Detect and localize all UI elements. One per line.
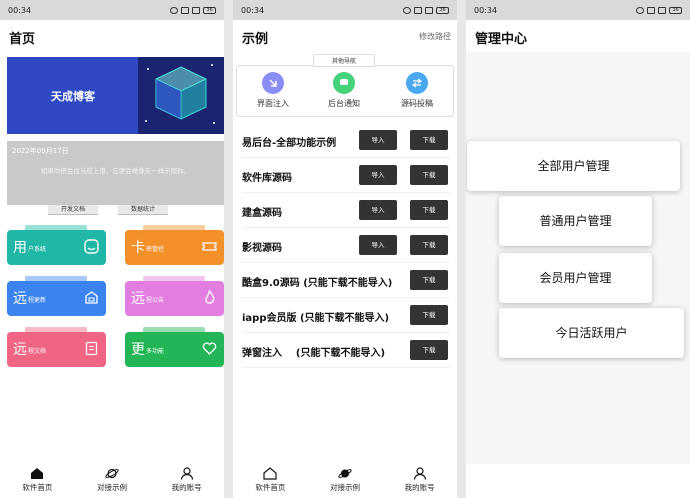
nav-home[interactable]: 软件首页 [233, 464, 308, 498]
alarm-icon [636, 6, 644, 14]
modify-path-link[interactable]: 修改路径 [419, 31, 451, 42]
category-backend-notify[interactable]: 后台通知 [314, 72, 374, 109]
battery-icon: 36 [436, 6, 449, 14]
home-screen: 00:34 36 首页 天成博客 2022年09月17日 如果你把会找当成上港，… [0, 0, 224, 498]
status-bar: 00:34 36 [466, 0, 690, 20]
import-button[interactable]: 导入 [359, 165, 397, 185]
remote-update-card[interactable]: 远 程更新 [7, 276, 106, 316]
planet-icon [105, 468, 119, 479]
status-bar: 00:34 36 [0, 0, 224, 20]
user-icon [180, 467, 193, 480]
user-system-card[interactable]: 用 户系统 [7, 225, 106, 265]
nav-home[interactable]: 软件首页 [0, 464, 75, 498]
list-item: 影视源码 导入 下载 [242, 228, 450, 263]
signal-icon [647, 6, 655, 14]
download-button[interactable]: 下载 [410, 165, 448, 185]
all-users-button[interactable]: 全部用户管理 [467, 141, 680, 191]
import-button[interactable]: 导入 [359, 130, 397, 150]
battery-icon: 36 [669, 6, 682, 14]
notice-date: 2022年09月17日 [12, 147, 69, 155]
nav-examples[interactable]: 对接示例 [75, 464, 150, 498]
signal-icon [414, 6, 422, 14]
download-button[interactable]: 下载 [410, 340, 448, 360]
update-icon [85, 291, 98, 304]
arrow-down-icon [262, 72, 284, 94]
list-item: 酷盒9.0源码 (只能下载不能导入) 下载 [242, 263, 450, 298]
smile-icon [84, 239, 99, 254]
wifi-icon [658, 6, 666, 14]
status-time: 00:34 [474, 5, 498, 15]
home-icon [31, 468, 44, 479]
banner-title: 天成博客 [51, 90, 95, 103]
category-label: 其他导航 [313, 54, 375, 67]
notice-text: 如果你把会找当成上港，它便会做像灰一样示眼你。 [40, 167, 191, 175]
wifi-icon [192, 6, 200, 14]
regular-users-button[interactable]: 普通用户管理 [499, 196, 652, 246]
card-control-card[interactable]: 卡 密管控 [125, 225, 224, 265]
nav-account[interactable]: 我的账号 [382, 464, 457, 498]
page-title: 示例 [242, 32, 269, 47]
remote-announcement-card[interactable]: 远 程公告 [125, 276, 224, 316]
vip-users-button[interactable]: 会员用户管理 [499, 253, 652, 303]
heart-icon [202, 342, 217, 355]
wifi-icon [425, 6, 433, 14]
category-source-submit[interactable]: 源码投稿 [387, 72, 447, 109]
download-button[interactable]: 下载 [410, 235, 448, 255]
chat-icon [333, 72, 355, 94]
bottom-nav: 软件首页 对接示例 我的账号 [233, 464, 457, 498]
list-item: 软件库源码 导入 下载 [242, 158, 450, 193]
banner[interactable]: 天成博客 [7, 57, 224, 134]
download-button[interactable]: 下载 [410, 200, 448, 220]
status-time: 00:34 [8, 5, 32, 15]
transfer-icon [406, 72, 428, 94]
list-item: 建盒源码 导入 下载 [242, 193, 450, 228]
more-features-card[interactable]: 更 多功能 [125, 327, 224, 367]
nav-examples[interactable]: 对接示例 [308, 464, 383, 498]
examples-screen: 00:34 36 示例 修改路径 其他导航 界面注入 后台通知 源码投稿 易后台… [233, 0, 457, 498]
management-screen: 00:34 36 管理中心 全部用户管理 普通用户管理 会员用户管理 今日活跃用… [466, 0, 690, 498]
active-users-today-button[interactable]: 今日活跃用户 [499, 308, 684, 358]
list-item: 易后台-全部功能示例 导入 下载 [242, 123, 450, 158]
cube-illustration-icon [138, 57, 224, 134]
import-button[interactable]: 导入 [359, 200, 397, 220]
document-icon [85, 341, 98, 356]
import-button[interactable]: 导入 [359, 235, 397, 255]
page-title: 首页 [9, 32, 36, 47]
alarm-icon [403, 6, 411, 14]
download-button[interactable]: 下载 [410, 130, 448, 150]
list-item: 弹窗注入 (只能下载不能导入) 下载 [242, 333, 450, 368]
signal-icon [181, 6, 189, 14]
status-bar: 00:34 36 [233, 0, 457, 20]
list-item: iapp会员版 (只能下载不能导入) 下载 [242, 298, 450, 333]
tab-dev-docs[interactable]: 开发文档 [48, 205, 98, 215]
tab-data-stats[interactable]: 数据统计 [118, 205, 168, 215]
battery-icon: 36 [203, 6, 216, 14]
planet-icon [338, 469, 352, 478]
category-ui-inject[interactable]: 界面注入 [243, 72, 303, 109]
nav-account[interactable]: 我的账号 [149, 464, 224, 498]
page-title: 管理中心 [475, 32, 528, 47]
user-icon [413, 467, 426, 480]
notice-panel: 2022年09月17日 如果你把会找当成上港，它便会做像灰一样示眼你。 [7, 141, 224, 205]
download-button[interactable]: 下载 [410, 305, 448, 325]
remote-docs-card[interactable]: 远 程文档 [7, 327, 106, 367]
alarm-icon [170, 6, 178, 14]
flame-icon [205, 290, 215, 304]
bottom-nav: 软件首页 对接示例 我的账号 [0, 464, 224, 498]
status-time: 00:34 [241, 5, 265, 15]
home-icon [263, 467, 277, 480]
download-button[interactable]: 下载 [410, 270, 448, 290]
ticket-icon [202, 242, 217, 251]
